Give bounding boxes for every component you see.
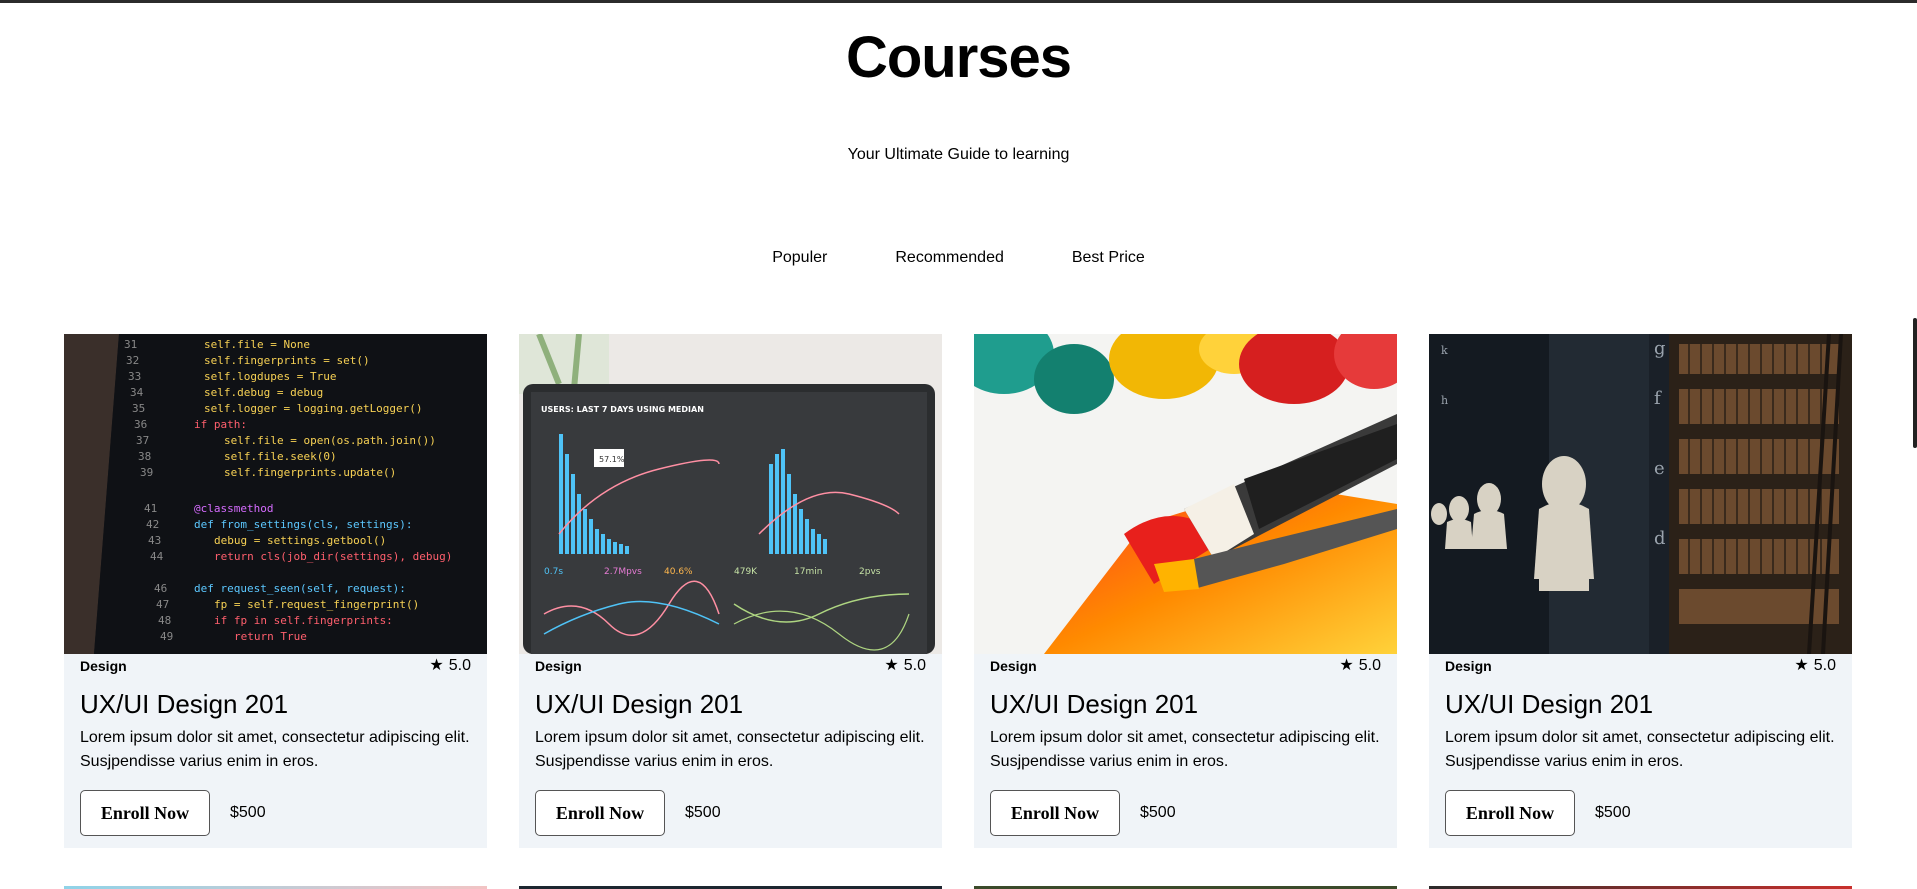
course-title: UX/UI Design 201	[80, 689, 289, 719]
svg-text:self.fingerprints = set(): self.fingerprints = set()	[204, 354, 370, 367]
svg-text:48: 48	[158, 614, 171, 627]
rating-value: 5.0	[1358, 657, 1381, 674]
svg-text:self.logger = logging.getLogge: self.logger = logging.getLogger()	[204, 402, 423, 415]
svg-text:34: 34	[130, 386, 144, 399]
svg-text:self.fingerprints.update(): self.fingerprints.update()	[224, 466, 396, 479]
svg-text:def from_settings(cls, setting: def from_settings(cls, settings):	[194, 518, 413, 531]
svg-text:46: 46	[154, 582, 167, 595]
course-rating: ★ 5.0	[1339, 657, 1381, 675]
course-title: UX/UI Design 201	[990, 689, 1199, 719]
course-card[interactable]: 31 self.file = None 32 self.fingerprints =…	[64, 334, 487, 848]
course-price: $500	[230, 804, 266, 821]
tab-best-price[interactable]: Best Price	[1038, 246, 1179, 270]
svg-text:42: 42	[146, 518, 159, 531]
course-image-paint	[974, 334, 1397, 654]
svg-text:d: d	[1654, 528, 1666, 549]
filter-tabs: Populer Recommended Best Price	[0, 246, 1917, 270]
rating-value: 5.0	[903, 657, 926, 674]
enroll-now-button[interactable]: Enroll Now	[1445, 790, 1575, 836]
svg-text:2.7Mpvs: 2.7Mpvs	[604, 567, 642, 577]
enroll-now-button[interactable]: Enroll Now	[535, 790, 665, 836]
star-icon: ★	[1794, 657, 1809, 674]
svg-text:self.debug = debug: self.debug = debug	[204, 386, 323, 399]
svg-text:k: k	[1441, 344, 1448, 357]
course-image-dashboard: USERS: LAST 7 DAYS USING MEDIAN 57.1% 0.…	[519, 334, 942, 654]
course-description: Lorem ipsum dolor sit amet, consectetur …	[1445, 729, 1835, 770]
svg-text:self.logdupes = True: self.logdupes = True	[204, 370, 336, 383]
rating-value: 5.0	[1813, 657, 1836, 674]
course-image-library: g f e d k h	[1429, 334, 1852, 654]
svg-text:g: g	[1654, 338, 1666, 359]
course-price: $500	[685, 804, 721, 821]
course-category: Design	[1445, 658, 1492, 674]
svg-text:479K: 479K	[734, 567, 758, 577]
page-title: Courses	[845, 25, 1072, 90]
star-icon: ★	[884, 657, 899, 674]
course-rating: ★ 5.0	[429, 657, 471, 675]
course-rating: ★ 5.0	[1794, 657, 1836, 675]
svg-text:40.6%: 40.6%	[664, 567, 693, 577]
courses-page: Courses Your Ultimate Guide to learning …	[0, 0, 1917, 889]
course-price: $500	[1140, 804, 1176, 821]
svg-text:47: 47	[156, 598, 169, 611]
course-grid: 31 self.file = None 32 self.fingerprints =…	[64, 334, 1852, 848]
page-subtitle: Your Ultimate Guide to learning	[847, 146, 1070, 163]
svg-text:if path:: if path:	[194, 418, 247, 431]
course-description: Lorem ipsum dolor sit amet, consectetur …	[80, 729, 470, 770]
star-icon: ★	[429, 657, 444, 674]
svg-text:def request_seen(self, request: def request_seen(self, request):	[194, 582, 406, 595]
svg-text:17min: 17min	[794, 567, 822, 577]
star-icon: ★	[1339, 657, 1354, 674]
svg-text:33: 33	[128, 370, 141, 383]
svg-text:fp = self.request_fingerprint(: fp = self.request_fingerprint()	[214, 598, 419, 611]
svg-text:36: 36	[134, 418, 147, 431]
course-category: Design	[535, 658, 582, 674]
page-scrollbar[interactable]	[1913, 318, 1917, 448]
svg-text:self.file = None: self.file = None	[204, 338, 310, 351]
enroll-now-button[interactable]: Enroll Now	[990, 790, 1120, 836]
course-rating: ★ 5.0	[884, 657, 926, 675]
svg-text:USERS: LAST 7 DAYS USING MEDIA: USERS: LAST 7 DAYS USING MEDIAN	[541, 405, 704, 414]
svg-text:37: 37	[136, 434, 149, 447]
svg-text:35: 35	[132, 402, 145, 415]
course-title: UX/UI Design 201	[535, 689, 744, 719]
tab-populer[interactable]: Populer	[738, 246, 861, 270]
svg-text:43: 43	[148, 534, 161, 547]
svg-text:self.file.seek(0): self.file.seek(0)	[224, 450, 337, 463]
tab-recommended[interactable]: Recommended	[861, 246, 1038, 270]
svg-text:debug = settings.getbool(): debug = settings.getbool()	[214, 534, 386, 547]
course-card[interactable]: g f e d k h Design ★ 5.0 UX/UI Design 20…	[1429, 334, 1852, 848]
svg-text:32: 32	[126, 354, 139, 367]
svg-text:if fp in self.fingerprints:: if fp in self.fingerprints:	[214, 614, 393, 627]
course-card[interactable]: USERS: LAST 7 DAYS USING MEDIAN 57.1% 0.…	[519, 334, 942, 848]
svg-text:return cls(job_dir(settings),: return cls(job_dir(settings), debug)	[214, 550, 452, 563]
course-image-code: 31 self.file = None 32 self.fingerprints =…	[64, 334, 487, 654]
course-category: Design	[990, 658, 1037, 674]
course-description: Lorem ipsum dolor sit amet, consectetur …	[535, 729, 925, 770]
svg-text:38: 38	[138, 450, 151, 463]
course-category: Design	[80, 658, 127, 674]
svg-text:41: 41	[144, 502, 157, 515]
svg-text:h: h	[1441, 394, 1448, 407]
course-title: UX/UI Design 201	[1445, 689, 1654, 719]
svg-text:44: 44	[150, 550, 164, 563]
svg-text:31: 31	[124, 338, 137, 351]
svg-text:39: 39	[140, 466, 153, 479]
svg-text:2pvs: 2pvs	[859, 567, 881, 577]
course-price: $500	[1595, 804, 1631, 821]
rating-value: 5.0	[448, 657, 471, 674]
enroll-now-button[interactable]: Enroll Now	[80, 790, 210, 836]
svg-text:@classmethod: @classmethod	[194, 502, 273, 515]
course-card[interactable]: Design ★ 5.0 UX/UI Design 201 Lorem ipsu…	[974, 334, 1397, 848]
course-description: Lorem ipsum dolor sit amet, consectetur …	[990, 729, 1380, 770]
svg-text:49: 49	[160, 630, 173, 643]
svg-text:0.7s: 0.7s	[544, 567, 563, 577]
svg-text:return True: return True	[234, 630, 307, 643]
svg-text:57.1%: 57.1%	[599, 455, 625, 464]
svg-text:e: e	[1654, 458, 1665, 479]
svg-text:self.file = open(os.path.join(: self.file = open(os.path.join())	[224, 434, 436, 447]
